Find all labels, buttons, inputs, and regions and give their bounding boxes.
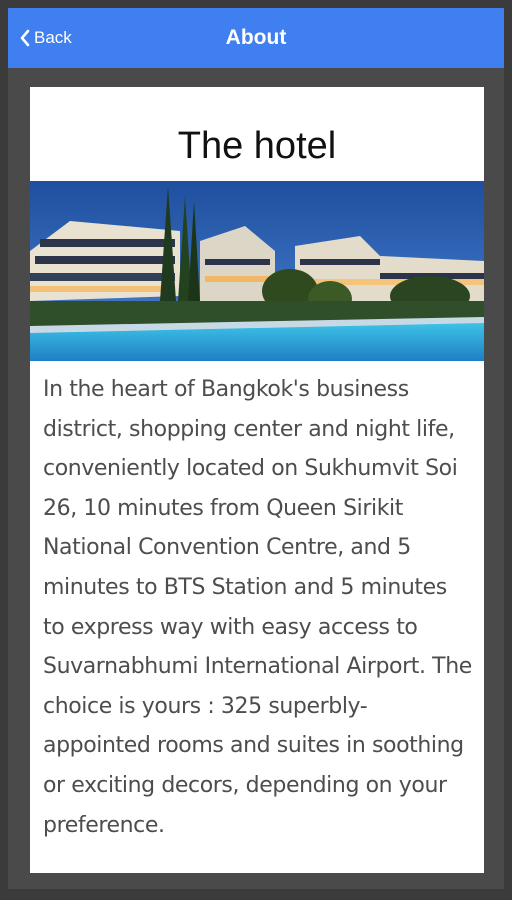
about-card: The hotel In the heart of Bangkok's busi… — [30, 87, 484, 873]
app-header: Back About — [8, 8, 504, 68]
card-heading: The hotel — [177, 125, 337, 167]
hotel-photo — [30, 181, 484, 361]
bottom-edge — [0, 889, 512, 900]
hotel-description: In the heart of Bangkok's business distr… — [43, 377, 472, 838]
chevron-left-icon — [20, 29, 30, 47]
back-button[interactable]: Back — [20, 8, 72, 68]
page-title: About — [225, 26, 287, 49]
back-label: Back — [34, 28, 72, 47]
